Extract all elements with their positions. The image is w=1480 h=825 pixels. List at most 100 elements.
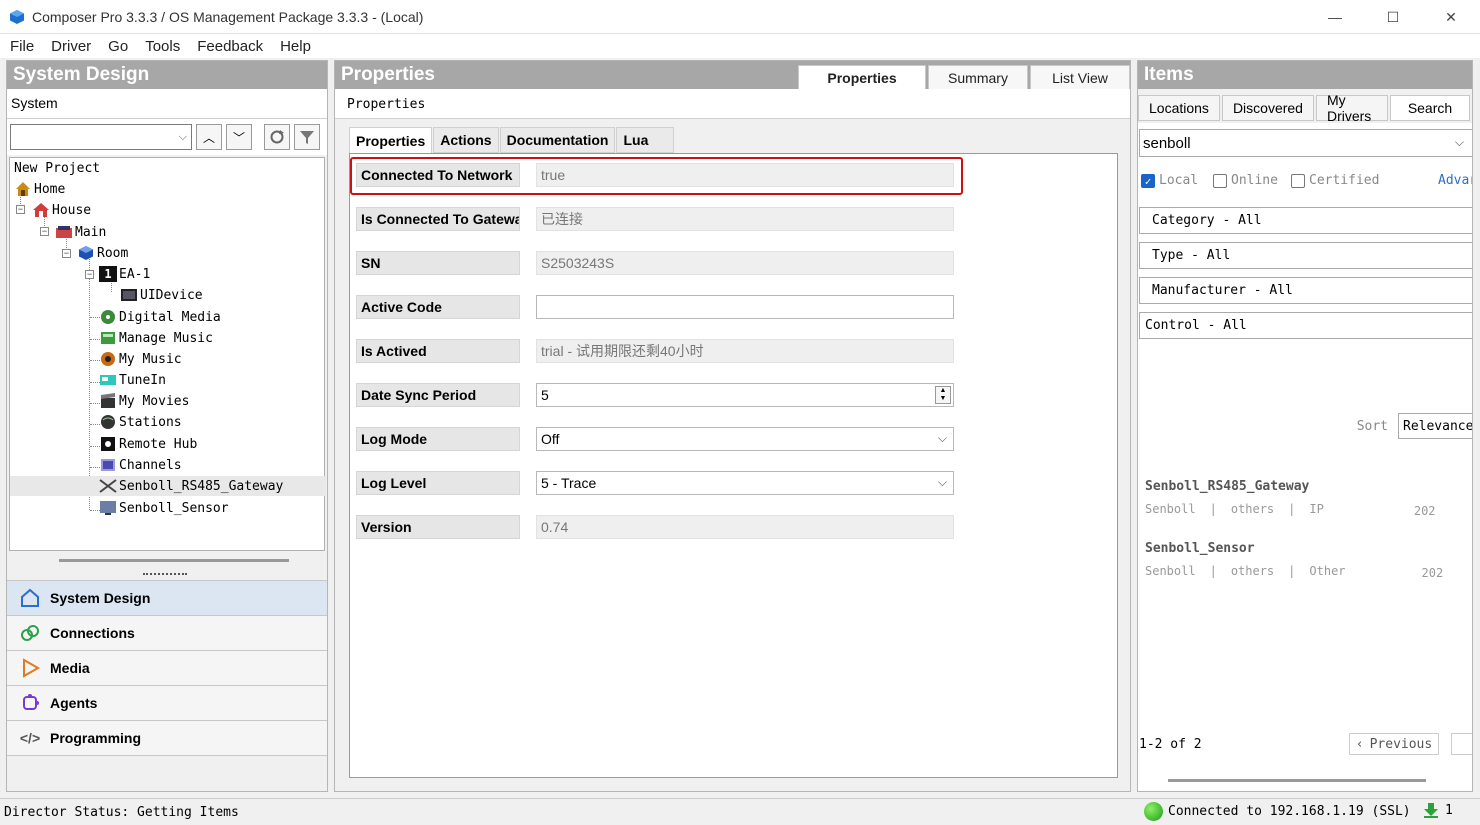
tree-node-my-music[interactable]: My Music	[99, 349, 182, 369]
system-label: System	[7, 89, 327, 119]
move-up-button[interactable]: ︿	[196, 124, 222, 150]
menu-help[interactable]: Help	[280, 38, 311, 55]
nav-media[interactable]: Media	[7, 650, 327, 685]
nav-system-design[interactable]: System Design	[7, 580, 327, 615]
tree-node-new-project[interactable]: New Project	[14, 158, 100, 178]
gateway-driver-icon	[99, 478, 117, 494]
menu-feedback[interactable]: Feedback	[197, 38, 263, 55]
chevron-left-icon: ‹	[1355, 736, 1364, 752]
manufacturer-filter[interactable]: Manufacturer - All	[1139, 277, 1472, 304]
collapse-ea1-icon[interactable]: −	[85, 270, 94, 279]
nav-empty-slot	[7, 755, 327, 789]
collapse-house-icon[interactable]: −	[16, 205, 25, 214]
tree-node-my-movies[interactable]: My Movies	[99, 391, 189, 411]
pager: 1-2 of 2 ‹ Previous	[1139, 733, 1472, 757]
navigation-list: System Design Connections Media Agents <…	[7, 580, 327, 789]
title-bar: Composer Pro 3.3.3 / OS Management Packa…	[0, 0, 1480, 34]
menu-file[interactable]: File	[10, 38, 34, 55]
subtab-documentation[interactable]: Documentation	[499, 127, 616, 153]
collapse-room-icon[interactable]: −	[62, 249, 71, 258]
tree-node-remote-hub[interactable]: Remote Hub	[99, 434, 197, 454]
tree-node-ea1[interactable]: 1 EA-1	[99, 264, 150, 284]
previous-page-button[interactable]: ‹ Previous	[1349, 733, 1439, 755]
advanced-link[interactable]: Advar	[1438, 173, 1472, 188]
tab-my-drivers[interactable]: My Drivers	[1315, 92, 1388, 124]
nav-programming[interactable]: </> Programming	[7, 720, 327, 755]
tree-node-tunein[interactable]: TuneIn	[99, 370, 166, 390]
spinner-arrows-icon[interactable]: ▲ ▼	[935, 386, 951, 404]
system-design-header: System Design	[7, 61, 327, 89]
driver-result-item[interactable]: Senboll_RS485_Gateway Senboll | others |…	[1145, 479, 1472, 518]
download-queue[interactable]: 1	[1423, 802, 1453, 818]
close-button[interactable]: ✕	[1422, 0, 1480, 34]
items-panel: Items Locations Discovered My Drivers Se…	[1137, 60, 1473, 792]
result-count: 1-2 of 2	[1139, 737, 1202, 752]
driver-result-item[interactable]: Senboll_Sensor Senboll | others | Other …	[1145, 541, 1472, 580]
collapse-main-icon[interactable]: −	[40, 227, 49, 236]
subtab-properties[interactable]: Properties	[349, 127, 433, 153]
move-down-button[interactable]: ﹀	[226, 124, 252, 150]
property-label: Log Mode	[356, 427, 520, 451]
connected-to-network-value: true	[536, 163, 954, 187]
tree-node-channels[interactable]: Channels	[99, 455, 182, 475]
online-checkbox[interactable]: Online	[1213, 173, 1278, 188]
menu-driver[interactable]: Driver	[51, 38, 91, 55]
tree-node-manage-music[interactable]: Manage Music	[99, 328, 213, 348]
tree-node-senboll-gateway[interactable]: Senboll_RS485_Gateway	[10, 476, 326, 496]
items-horizontal-scrollbar[interactable]	[1168, 779, 1426, 782]
sort-row: Sort Relevance	[1356, 413, 1472, 439]
sort-select[interactable]: Relevance	[1398, 413, 1472, 439]
version-value: 0.74	[536, 515, 954, 539]
menu-go[interactable]: Go	[108, 38, 128, 55]
category-filter[interactable]: Category - All	[1139, 207, 1472, 234]
menu-tools[interactable]: Tools	[145, 38, 180, 55]
tab-list-view[interactable]: List View	[1030, 65, 1130, 89]
subtab-actions[interactable]: Actions	[433, 127, 499, 153]
tree-node-senboll-sensor[interactable]: Senboll_Sensor	[99, 498, 229, 518]
property-row: Is Actived trial - 试用期限还剩40小时	[356, 338, 954, 364]
arrow-down-icon: ﹀	[232, 130, 245, 145]
refresh-button[interactable]	[264, 124, 290, 150]
tree-node-digital-media[interactable]: Digital Media	[99, 307, 221, 327]
splitter-grip[interactable]	[143, 573, 187, 577]
music-disc-icon	[99, 351, 117, 367]
tab-properties[interactable]: Properties	[798, 65, 926, 89]
filter-button[interactable]	[294, 124, 320, 150]
channels-tv-icon	[99, 457, 117, 473]
control-filter[interactable]: Control - All	[1139, 312, 1472, 339]
code-brackets-icon: </>	[19, 730, 41, 746]
tree-horizontal-scrollbar[interactable]	[59, 559, 289, 562]
nav-connections[interactable]: Connections	[7, 615, 327, 650]
type-filter[interactable]: Type - All	[1139, 242, 1472, 269]
nav-agents[interactable]: Agents	[7, 685, 327, 720]
tree-search-combo[interactable]: ⌵	[10, 124, 192, 150]
sort-label: Sort	[1356, 418, 1388, 434]
tab-locations[interactable]: Locations	[1138, 95, 1220, 121]
tab-summary[interactable]: Summary	[928, 65, 1028, 89]
tree-node-house[interactable]: House	[32, 200, 91, 220]
floor-icon	[55, 224, 73, 240]
play-outline-icon	[19, 657, 41, 679]
date-sync-period-stepper[interactable]: 5 ▲ ▼	[536, 383, 954, 407]
tree-node-stations[interactable]: Stations	[99, 412, 182, 432]
tree-node-uidevice[interactable]: UIDevice	[120, 285, 203, 305]
log-mode-select[interactable]: Off ⌵	[536, 427, 954, 451]
tree-node-room[interactable]: Room	[77, 243, 128, 263]
subtab-lua[interactable]: Lua	[616, 127, 675, 153]
sensor-monitor-icon	[99, 500, 117, 516]
property-label: Version	[356, 515, 520, 539]
certified-checkbox[interactable]: Certified	[1291, 173, 1379, 188]
minimize-button[interactable]: —	[1306, 0, 1364, 34]
active-code-input[interactable]	[536, 295, 954, 319]
tree-node-home[interactable]: Home	[14, 179, 65, 199]
local-checkbox[interactable]: ✓ Local	[1141, 173, 1198, 188]
next-page-button[interactable]	[1451, 733, 1472, 755]
maximize-button[interactable]: ☐	[1364, 0, 1422, 34]
tab-search[interactable]: Search	[1390, 95, 1470, 121]
log-level-select[interactable]: 5 - Trace ⌵	[536, 471, 954, 495]
properties-header: Properties Properties Summary List View	[335, 61, 1130, 89]
tree-node-main[interactable]: Main	[55, 222, 106, 242]
tab-discovered[interactable]: Discovered	[1221, 95, 1314, 121]
system-design-panel: System Design System ⌵ ︿ ﹀ New Project H…	[6, 60, 328, 792]
driver-search-input[interactable]: senboll ⌵	[1139, 129, 1472, 157]
